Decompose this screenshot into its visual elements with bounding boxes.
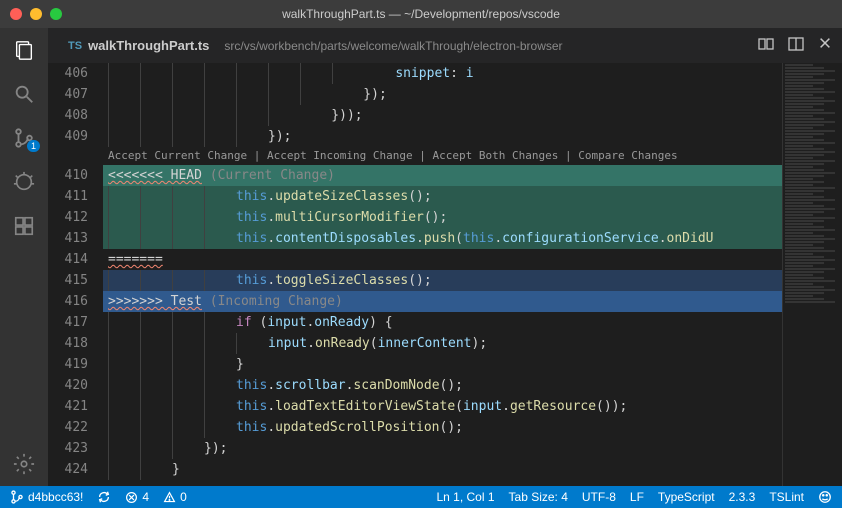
search-icon[interactable] (12, 82, 36, 106)
conflict-separator: ======= (103, 249, 782, 270)
extensions-icon[interactable] (12, 214, 36, 238)
status-bar: d4bbcc63! 4 0 Ln 1, Col 1 Tab Size: 4 UT… (0, 486, 842, 508)
tab-bar: TS walkThroughPart.ts src/vs/workbench/p… (48, 28, 842, 63)
split-editor-icon[interactable] (788, 36, 804, 55)
accept-both-changes-link[interactable]: Accept Both Changes (433, 149, 559, 162)
status-errors[interactable]: 4 (125, 490, 149, 504)
compare-changes-link[interactable]: Compare Changes (578, 149, 677, 162)
window-title: walkThroughPart.ts — ~/Development/repos… (282, 7, 560, 21)
code-area[interactable]: snippet: i }); })); }); Accept Current C… (103, 63, 782, 486)
conflict-current-header: <<<<<<< HEAD (Current Change) (103, 165, 782, 186)
tab-walkthroughpart[interactable]: TS walkThroughPart.ts (58, 28, 219, 63)
status-tab-size[interactable]: Tab Size: 4 (509, 490, 568, 504)
conflict-incoming-header: >>>>>>> Test (Incoming Change) (103, 291, 782, 312)
status-encoding[interactable]: UTF-8 (582, 490, 616, 504)
editor-content[interactable]: 406 407 408 409 410 411 412 413 414 415 … (48, 63, 842, 486)
status-cursor-position[interactable]: Ln 1, Col 1 (436, 490, 494, 504)
settings-gear-icon[interactable] (12, 452, 36, 476)
compare-changes-icon[interactable] (758, 36, 774, 55)
status-linter[interactable]: TSLint (769, 490, 804, 504)
tab-filename: walkThroughPart.ts (88, 38, 209, 53)
merge-codelens: Accept Current Change | Accept Incoming … (103, 147, 782, 165)
activity-bar: 1 (0, 28, 48, 486)
status-ts-version[interactable]: 2.3.3 (729, 490, 756, 504)
minimize-window-button[interactable] (30, 8, 42, 20)
status-eol[interactable]: LF (630, 490, 644, 504)
source-control-icon[interactable]: 1 (12, 126, 36, 150)
accept-current-change-link[interactable]: Accept Current Change (108, 149, 247, 162)
breadcrumb: src/vs/workbench/parts/welcome/walkThrou… (224, 39, 562, 53)
minimap[interactable] (782, 63, 842, 486)
close-window-button[interactable] (10, 8, 22, 20)
maximize-window-button[interactable] (50, 8, 62, 20)
scm-badge: 1 (27, 140, 40, 152)
typescript-file-icon: TS (68, 40, 82, 52)
close-editor-icon[interactable] (818, 36, 832, 55)
debug-icon[interactable] (12, 170, 36, 194)
explorer-icon[interactable] (12, 38, 36, 62)
accept-incoming-change-link[interactable]: Accept Incoming Change (267, 149, 413, 162)
status-warnings[interactable]: 0 (163, 490, 187, 504)
titlebar: walkThroughPart.ts — ~/Development/repos… (0, 0, 842, 28)
status-feedback-icon[interactable] (818, 490, 832, 504)
status-language[interactable]: TypeScript (658, 490, 715, 504)
status-git-branch[interactable]: d4bbcc63! (10, 490, 83, 504)
status-sync[interactable] (97, 490, 111, 504)
line-number-gutter: 406 407 408 409 410 411 412 413 414 415 … (48, 63, 103, 486)
